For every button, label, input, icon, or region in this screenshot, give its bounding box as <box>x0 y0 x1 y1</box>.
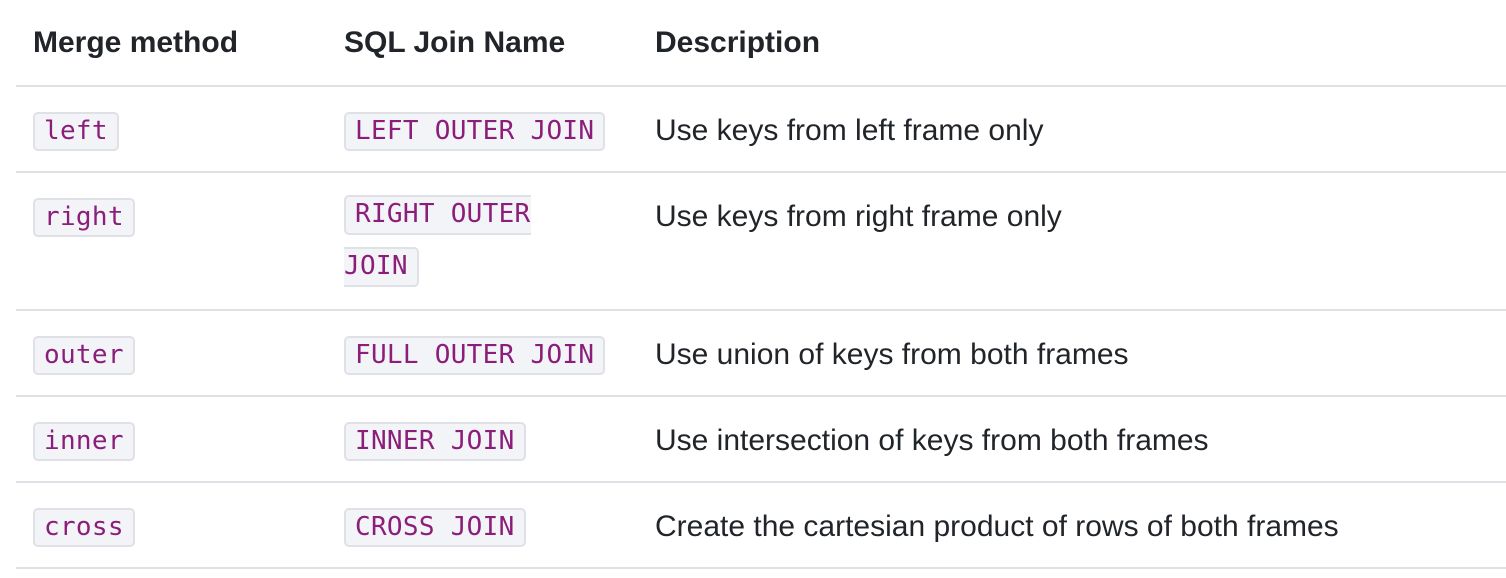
description-text: Use intersection of keys from both frame… <box>655 424 1209 457</box>
method-code: cross <box>33 508 135 547</box>
cell-method: right <box>16 172 327 311</box>
sql-code: CROSS JOIN <box>344 508 526 547</box>
cell-description: Create the cartesian product of rows of … <box>638 482 1506 569</box>
table-row: left LEFT OUTER JOIN Use keys from left … <box>16 86 1506 173</box>
cell-sql: CROSS JOIN <box>327 482 638 569</box>
cell-description: Use intersection of keys from both frame… <box>638 396 1506 483</box>
header-row: Merge method SQL Join Name Description <box>16 0 1506 87</box>
cell-description: Use union of keys from both frames <box>638 310 1506 397</box>
table-row: outer FULL OUTER JOIN Use union of keys … <box>16 310 1506 397</box>
cell-sql: FULL OUTER JOIN <box>327 310 638 397</box>
sql-code: RIGHT OUTER JOIN <box>344 195 531 287</box>
method-code: left <box>33 112 119 151</box>
method-code: right <box>33 198 135 237</box>
header-sql-join-name: SQL Join Name <box>327 0 638 87</box>
cell-description: Use keys from right frame only <box>638 172 1506 311</box>
method-code: outer <box>33 336 135 375</box>
cell-sql: INNER JOIN <box>327 396 638 483</box>
description-text: Use keys from left frame only <box>655 114 1044 147</box>
description-text: Use keys from right frame only <box>655 200 1062 233</box>
table-row: right RIGHT OUTER JOIN Use keys from rig… <box>16 172 1506 311</box>
merge-methods-table-container: Merge method SQL Join Name Description l… <box>16 0 1506 569</box>
cell-method: cross <box>16 482 327 569</box>
merge-methods-table: Merge method SQL Join Name Description l… <box>16 0 1506 569</box>
sql-code: LEFT OUTER JOIN <box>344 112 606 151</box>
table-body: left LEFT OUTER JOIN Use keys from left … <box>16 86 1506 569</box>
cell-method: left <box>16 86 327 173</box>
header-description: Description <box>638 0 1506 87</box>
header-merge-method: Merge method <box>16 0 327 87</box>
method-code: inner <box>33 422 135 461</box>
sql-code: INNER JOIN <box>344 422 526 461</box>
cell-sql: LEFT OUTER JOIN <box>327 86 638 173</box>
cell-method: inner <box>16 396 327 483</box>
cell-description: Use keys from left frame only <box>638 86 1506 173</box>
cell-method: outer <box>16 310 327 397</box>
table-row: cross CROSS JOIN Create the cartesian pr… <box>16 482 1506 569</box>
cell-sql: RIGHT OUTER JOIN <box>327 172 638 311</box>
description-text: Use union of keys from both frames <box>655 338 1129 371</box>
table-header: Merge method SQL Join Name Description <box>16 0 1506 87</box>
description-text: Create the cartesian product of rows of … <box>655 510 1339 543</box>
sql-code: FULL OUTER JOIN <box>344 336 606 375</box>
table-row: inner INNER JOIN Use intersection of key… <box>16 396 1506 483</box>
